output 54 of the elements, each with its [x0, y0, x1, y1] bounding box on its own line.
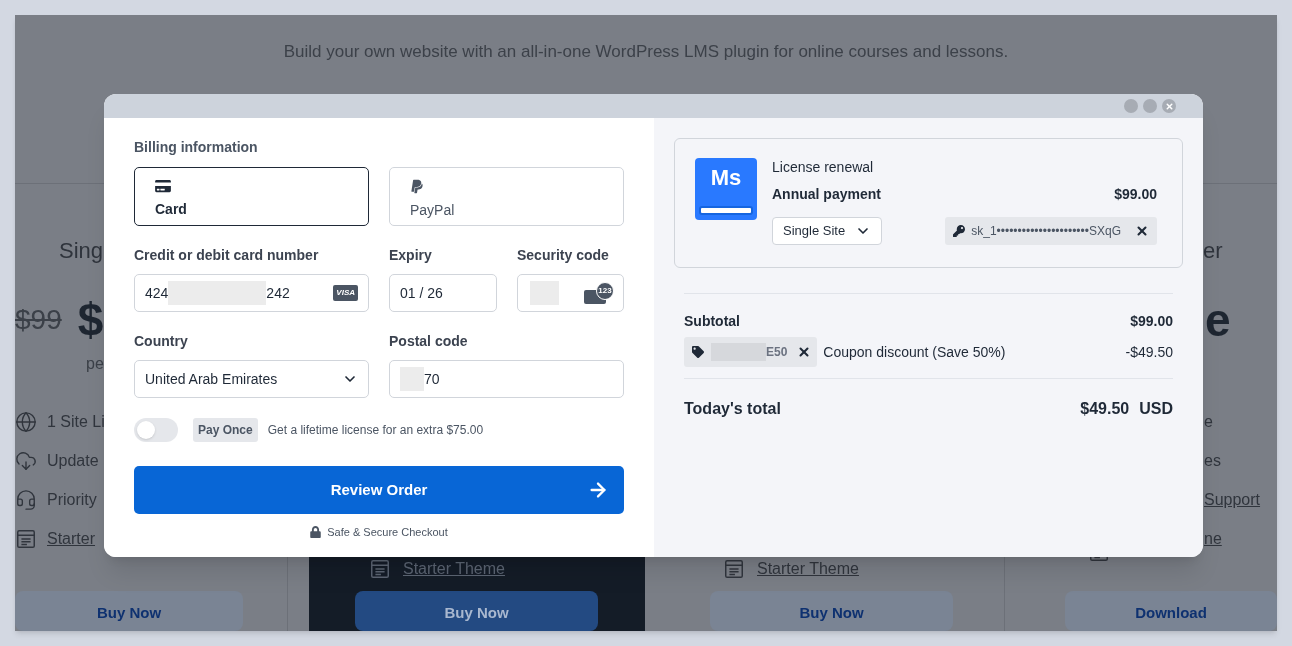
feature-link[interactable]: Starter Theme: [403, 556, 505, 581]
price-period: pe: [86, 355, 104, 372]
feature-link[interactable]: Starter Theme: [757, 556, 859, 581]
buy-button[interactable]: Buy Now: [710, 591, 953, 631]
coupon-value: -$49.50: [1125, 342, 1173, 362]
subtotal-value: $99.00: [1130, 312, 1173, 330]
pay-once-description: Get a lifetime license for an extra $75.00: [267, 422, 484, 439]
buy-button[interactable]: Download: [1065, 591, 1277, 631]
coupon-label: Coupon discount (Save 50%): [823, 342, 1006, 362]
section-heading: Billing information: [134, 138, 259, 157]
product-price: $99.00: [1114, 185, 1157, 203]
payment-method-tab[interactable]: PayPal: [389, 167, 624, 226]
plan-title: er: [1203, 238, 1223, 263]
pay-once-badge: Pay Once: [193, 418, 258, 442]
plan-price: e: [1205, 292, 1231, 348]
feature-text: 1 Site Li: [47, 411, 105, 432]
old-price: $99: [15, 303, 62, 337]
plan-price: $: [77, 292, 104, 348]
feature-text: e: [1204, 411, 1213, 432]
total-value: $49.50: [1080, 399, 1130, 419]
buy-button[interactable]: Buy Now: [15, 591, 243, 631]
card-code-badge: 123: [584, 282, 614, 304]
feature-link[interactable]: ne: [1204, 526, 1222, 551]
country-select[interactable]: United Arab Emirates: [134, 360, 369, 398]
coupon-code: E50: [766, 344, 788, 361]
review-order-button[interactable]: Review Order: [134, 466, 624, 514]
total-currency: USD: [1139, 399, 1173, 419]
field-label: Postal code: [389, 332, 469, 351]
expiry-field[interactable]: 01 / 26: [389, 274, 497, 312]
security-code-field[interactable]: 123: [517, 274, 624, 312]
feature-text: Priority: [47, 489, 97, 510]
field-label: Expiry: [389, 246, 433, 265]
feature-link[interactable]: Starter: [47, 526, 95, 551]
product-plan: Annual payment: [772, 185, 881, 203]
product-logo: Ms: [695, 158, 757, 220]
feature-link[interactable]: Support: [1204, 487, 1261, 512]
field-label: Credit or debit card number: [134, 246, 320, 265]
feature-text: Update: [47, 450, 99, 471]
subtotal-label: Subtotal: [684, 312, 740, 330]
plan-title: Sing: [59, 238, 104, 263]
payment-method-tab[interactable]: Card: [134, 167, 369, 226]
buy-button[interactable]: Buy Now: [355, 591, 598, 631]
card-number-field[interactable]: 424 242 VISA: [134, 274, 369, 312]
product-type: License renewal: [772, 158, 875, 176]
card-brand-badge: VISA: [333, 285, 358, 301]
page-subtitle: Build your own website with an all-in-one WordPress LMS plugin for online courses and lessons.: [283, 41, 1009, 61]
field-label: Security code: [517, 246, 610, 265]
field-label: Country: [134, 332, 189, 351]
site-option-select[interactable]: Single Site: [772, 217, 883, 245]
postal-code-field[interactable]: 70: [389, 360, 624, 398]
license-key: sk_1••••••••••••••••••••••SXqG: [971, 222, 1121, 240]
total-label: Today's total: [684, 399, 781, 419]
secure-checkout-note: Safe & Secure Checkout: [327, 525, 448, 540]
feature-text: es: [1204, 450, 1221, 471]
